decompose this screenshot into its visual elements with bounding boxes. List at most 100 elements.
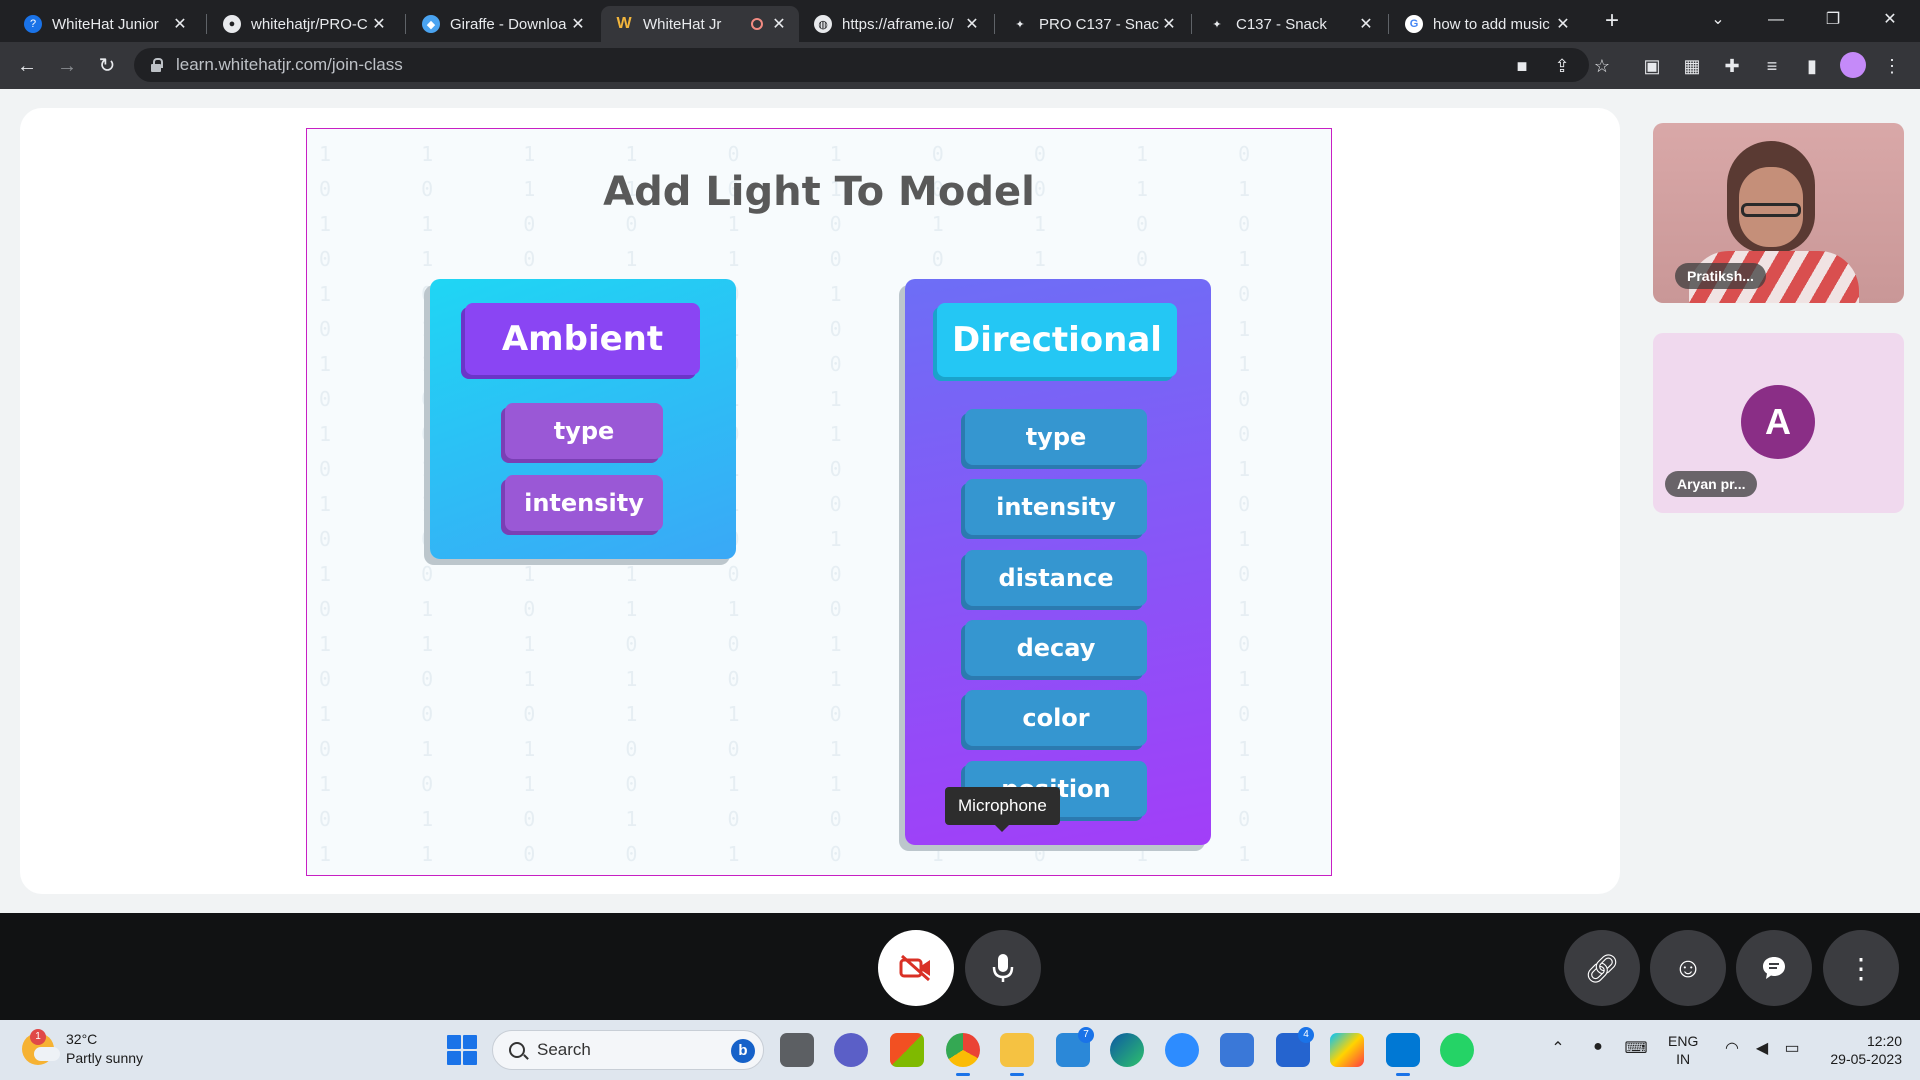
weather-desc: Partly sunny: [66, 1050, 144, 1066]
volume-icon[interactable]: ◀: [1750, 1038, 1774, 1058]
more-options-button[interactable]: ⋮: [1823, 930, 1899, 1006]
profile-avatar[interactable]: [1840, 52, 1866, 78]
task-view-icon[interactable]: [780, 1033, 814, 1067]
chevron-up-icon[interactable]: ⌃: [1546, 1038, 1570, 1058]
camera-blocked-icon[interactable]: ■: [1510, 54, 1534, 78]
share-icon[interactable]: ⇪: [1550, 54, 1574, 78]
whatsapp-icon[interactable]: [1440, 1033, 1474, 1067]
zoom-icon[interactable]: [1165, 1033, 1199, 1067]
directional-property: distance: [965, 550, 1147, 606]
close-icon[interactable]: ✕: [369, 14, 389, 34]
forward-arrow-icon[interactable]: →: [52, 51, 82, 81]
chat-button[interactable]: [1736, 930, 1812, 1006]
more-vertical-icon: ⋮: [1847, 952, 1875, 984]
weather-text: 32°C Partly sunny: [66, 1030, 143, 1068]
battery-icon[interactable]: ▭: [1780, 1038, 1804, 1058]
device-icon[interactable]: [1220, 1033, 1254, 1067]
directional-property: color: [965, 690, 1147, 746]
camera-off-button[interactable]: [878, 930, 954, 1006]
media-queue-icon[interactable]: ≡: [1760, 54, 1784, 78]
bing-icon: b: [731, 1039, 755, 1063]
new-tab-plus-icon[interactable]: +: [1598, 7, 1626, 35]
tab-snack[interactable]: ✦ C137 - Snack ✕: [1194, 6, 1386, 42]
minimize-icon[interactable]: —: [1748, 0, 1804, 42]
tab-snack-pro[interactable]: ✦ PRO C137 - Snacl ✕: [997, 6, 1189, 42]
notification-badge: 4: [1298, 1027, 1314, 1043]
teams-chat-icon[interactable]: [834, 1033, 868, 1067]
vscode-icon[interactable]: [1386, 1033, 1420, 1076]
back-arrow-icon[interactable]: ←: [12, 51, 42, 81]
tab-giraffe[interactable]: ◆ Giraffe - Downloa ✕: [408, 6, 598, 42]
globe-icon: ◍: [814, 15, 832, 33]
tab-title: Giraffe - Downloa: [450, 15, 567, 33]
microphone-button[interactable]: [965, 930, 1041, 1006]
partly-sunny-icon: 1: [22, 1029, 60, 1065]
chrome-icon[interactable]: [946, 1033, 980, 1076]
ambient-heading: Ambient: [465, 303, 700, 375]
participant-name: Pratiksh...: [1675, 263, 1766, 289]
reload-icon[interactable]: ↻: [92, 51, 122, 81]
language-indicator[interactable]: ENG IN: [1668, 1032, 1698, 1068]
edge-icon[interactable]: [1110, 1033, 1144, 1067]
side-panel-icon[interactable]: ▮: [1800, 54, 1824, 78]
participant-avatar-tile[interactable]: A Aryan pr...: [1653, 333, 1904, 513]
weather-widget[interactable]: 1 32°C Partly sunny: [22, 1029, 143, 1068]
tab-search-chevron-icon[interactable]: ⌄: [1690, 0, 1746, 42]
tab-title: WhiteHat Junior: [52, 15, 159, 33]
ambient-property: type: [505, 403, 663, 459]
google-icon: G: [1405, 15, 1423, 33]
directional-property: decay: [965, 620, 1147, 676]
weather-temp: 32°C: [66, 1031, 98, 1047]
recording-icon: [751, 18, 763, 30]
notification-badge: 1: [30, 1029, 46, 1045]
cast-icon[interactable]: ▣: [1640, 54, 1664, 78]
directional-property: intensity: [965, 479, 1147, 535]
bookmark-star-icon[interactable]: ☆: [1590, 54, 1614, 78]
play-store-icon[interactable]: [1330, 1033, 1364, 1067]
tray-microphone-icon[interactable]: ●: [1586, 1038, 1610, 1056]
lang-bottom: IN: [1676, 1051, 1691, 1067]
restore-icon[interactable]: ❐: [1805, 0, 1861, 42]
tab-divider: [206, 14, 207, 34]
tab-google-search[interactable]: G how to add music ✕: [1391, 6, 1583, 42]
close-icon[interactable]: ✕: [1553, 14, 1573, 34]
microsoft-store-icon[interactable]: [890, 1033, 924, 1067]
tab-aframe[interactable]: ◍ https://aframe.io/ ✕: [800, 6, 992, 42]
wifi-icon[interactable]: ◠: [1720, 1038, 1744, 1058]
mail-icon[interactable]: 7: [1056, 1027, 1094, 1067]
todo-check-icon[interactable]: 4: [1276, 1027, 1314, 1067]
system-clock[interactable]: 12:20 29-05-2023: [1822, 1032, 1902, 1068]
participant-video-tile[interactable]: Pratiksh...: [1653, 123, 1904, 303]
taskbar-search[interactable]: Search b: [492, 1030, 764, 1070]
participant-glasses: [1741, 203, 1801, 217]
close-icon[interactable]: ✕: [568, 14, 588, 34]
address-bar[interactable]: learn.whitehatjr.com/join-class: [134, 48, 1589, 82]
browser-toolbar: ← → ↻ learn.whitehatjr.com/join-class ■ …: [0, 42, 1920, 89]
qr-code-icon[interactable]: ▦: [1680, 54, 1704, 78]
keyboard-icon[interactable]: ⌨: [1624, 1038, 1648, 1058]
directional-heading: Directional: [937, 303, 1177, 377]
smiley-icon: ☺: [1673, 952, 1703, 983]
browser-tab-strip: ? WhiteHat Junior ✕ ● whitehatjr/PRO-C ✕…: [0, 0, 1920, 42]
more-vertical-icon[interactable]: ⋮: [1880, 54, 1904, 78]
file-explorer-icon[interactable]: [1000, 1033, 1034, 1076]
whitehat-w-icon: W: [616, 15, 632, 32]
time: 12:20: [1866, 1033, 1902, 1049]
close-icon[interactable]: ✕: [1159, 14, 1179, 34]
close-icon[interactable]: ✕: [769, 14, 789, 34]
extensions-puzzle-icon[interactable]: ✚: [1720, 54, 1744, 78]
windows-start-icon[interactable]: [447, 1035, 477, 1065]
tab-github[interactable]: ● whitehatjr/PRO-C ✕: [209, 6, 399, 42]
copy-link-button[interactable]: 🔗︎: [1564, 930, 1640, 1006]
tab-whitehat-jr-active[interactable]: W WhiteHat Jr ✕: [601, 6, 799, 42]
close-icon[interactable]: ✕: [962, 14, 982, 34]
tab-whitehat-junior[interactable]: ? WhiteHat Junior ✕: [10, 6, 200, 42]
close-icon[interactable]: ✕: [1356, 14, 1376, 34]
reactions-button[interactable]: ☺: [1650, 930, 1726, 1006]
close-icon[interactable]: ✕: [170, 14, 190, 34]
window-close-icon[interactable]: ✕: [1862, 0, 1918, 42]
github-icon: ●: [223, 15, 241, 33]
lang-top: ENG: [1668, 1033, 1699, 1049]
date: 29-05-2023: [1830, 1051, 1902, 1067]
link-icon: 🔗︎: [1584, 952, 1620, 984]
